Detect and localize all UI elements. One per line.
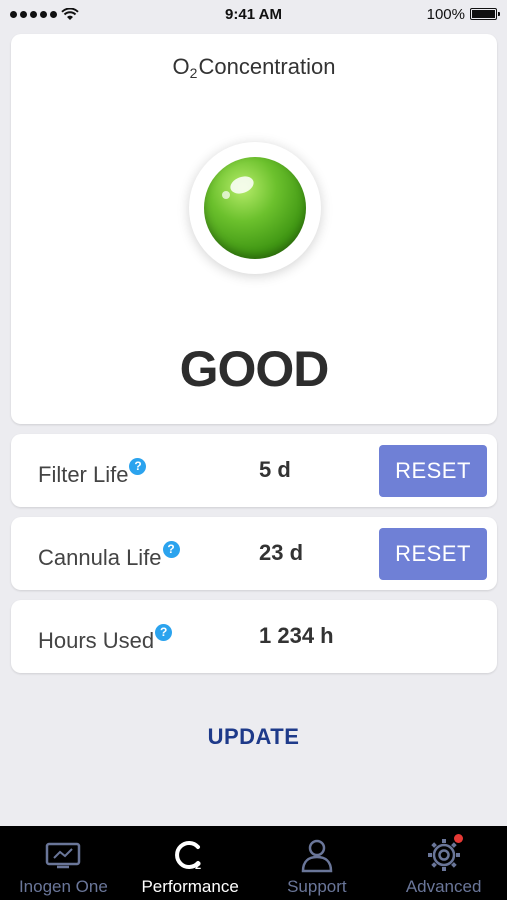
tab-label: Performance (141, 877, 239, 896)
notification-badge (454, 834, 463, 843)
hours-used-label: Hours Used? (38, 624, 173, 654)
o2-concentration-title: O2Concentration (172, 54, 336, 81)
svg-text:2: 2 (195, 860, 201, 872)
tab-bar: Inogen One 2 Performance Support Advance… (0, 826, 507, 900)
status-time: 9:41 AM (225, 5, 282, 23)
o2-status-indicator (189, 142, 321, 274)
o2-concentration-card: O2Concentration GOOD (11, 34, 497, 424)
filter-life-label: Filter Life? (38, 458, 147, 488)
person-icon (297, 837, 337, 873)
tab-label: Advanced (405, 877, 482, 896)
cannula-life-value: 23 d (259, 540, 304, 565)
help-icon[interactable]: ? (129, 458, 147, 475)
help-icon[interactable]: ? (155, 624, 173, 641)
monitor-icon (43, 837, 83, 873)
tab-support[interactable]: Support (254, 826, 381, 900)
signal-strength-icon (10, 10, 57, 18)
battery-percent: 100% (426, 5, 465, 23)
green-status-light-icon (204, 157, 306, 259)
filter-life-value: 5 d (259, 457, 291, 482)
o2-status-text: GOOD (179, 341, 330, 397)
o2-icon: 2 (170, 837, 210, 873)
update-button[interactable]: UPDATE (0, 724, 507, 750)
wifi-icon (61, 7, 79, 20)
status-bar: 9:41 AM 100% (0, 0, 507, 28)
tab-label: Support (287, 877, 347, 896)
battery-group: 100% (377, 5, 500, 23)
tab-inogen-one[interactable]: Inogen One (0, 826, 127, 900)
tab-advanced[interactable]: Advanced (380, 826, 507, 900)
cannula-reset-button[interactable]: RESET (379, 528, 487, 580)
filter-reset-button[interactable]: RESET (379, 445, 487, 497)
hours-used-value: 1 234 h (259, 623, 334, 648)
tab-label: Inogen One (18, 877, 108, 896)
battery-icon (470, 8, 500, 20)
signal-wifi-group (10, 7, 130, 21)
hours-used-row: Hours Used? 1 234 h (11, 600, 497, 673)
cannula-life-row: Cannula Life? 23 d RESET (11, 517, 497, 590)
tab-performance[interactable]: 2 Performance (127, 826, 254, 900)
cannula-life-label: Cannula Life? (38, 541, 180, 571)
filter-life-row: Filter Life? 5 d RESET (11, 434, 497, 507)
help-icon[interactable]: ? (162, 541, 180, 558)
